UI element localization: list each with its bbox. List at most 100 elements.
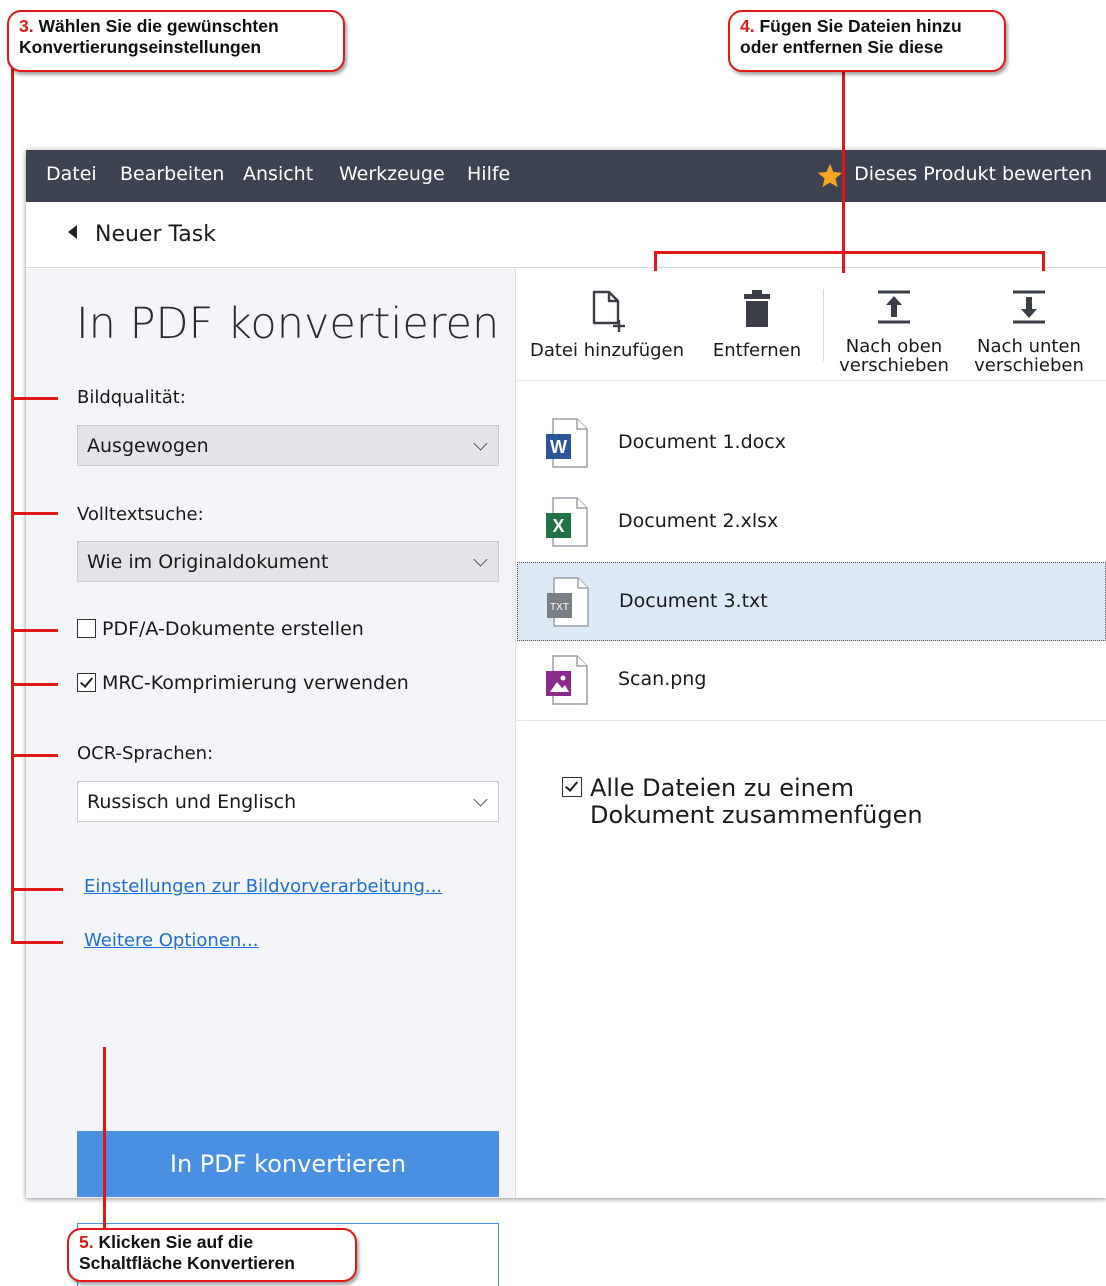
back-button[interactable]: Neuer Task <box>68 222 216 247</box>
callout-3-pointer <box>11 512 58 515</box>
callout-4-line1: Fügen Sie Dateien hinzu <box>759 16 962 36</box>
pdfa-checkbox[interactable] <box>77 619 96 638</box>
svg-text:TXT: TXT <box>550 602 569 613</box>
svg-text:W: W <box>550 437 567 457</box>
callout-4-bracket <box>654 251 1045 254</box>
pdfa-checkbox-row[interactable]: PDF/A-Dokumente erstellen <box>77 618 364 640</box>
callout-5-number: 5. <box>79 1232 94 1252</box>
callout-5-connector <box>103 1047 106 1232</box>
merge-files-checkbox-row[interactable]: Alle Dateien zu einem Dokument zusammenf… <box>562 775 923 829</box>
ocr-languages-value: Russisch und Englisch <box>87 791 297 813</box>
callout-3-pointer <box>11 941 63 944</box>
more-options-link[interactable]: Weitere Optionen... <box>84 930 258 951</box>
star-icon <box>817 163 843 188</box>
callout-3: 3. Wählen Sie die gewünschten Konvertier… <box>7 10 345 72</box>
move-down-label-line1: Nach unten <box>977 336 1081 357</box>
file-name: Document 1.docx <box>618 431 786 453</box>
callout-4-bracket-tick <box>654 251 657 271</box>
move-up-icon <box>878 290 910 324</box>
callout-4-connector <box>842 66 845 273</box>
menu-werkzeuge[interactable]: Werkzeuge <box>339 163 445 185</box>
callout-3-pointer <box>11 629 58 632</box>
move-up-label-line2: verschieben <box>839 355 949 376</box>
file-name: Document 3.txt <box>619 590 768 612</box>
chevron-down-icon <box>473 792 488 807</box>
merge-label-line1: Alle Dateien zu einem <box>590 774 855 802</box>
remove-label: Entfernen <box>712 340 802 361</box>
settings-panel: In PDF konvertieren Bildqualität: Ausgew… <box>26 269 516 1286</box>
callout-4-bracket-tick <box>1042 251 1045 271</box>
callout-3-pointer <box>11 754 58 757</box>
move-up-button[interactable]: Nach oben verschieben <box>839 269 949 381</box>
menu-bar: Datei Bearbeiten Ansicht Werkzeuge Hilfe… <box>26 150 1106 202</box>
toolbar-separator <box>823 289 824 361</box>
mrc-checkbox[interactable] <box>77 673 96 692</box>
svg-text:X: X <box>552 516 564 536</box>
callout-4-number: 4. <box>740 16 755 36</box>
callout-3-pointer <box>11 888 63 891</box>
file-name: Document 2.xlsx <box>618 510 779 532</box>
callout-5: 5. Klicken Sie auf die Schaltfläche Konv… <box>67 1228 357 1282</box>
ocr-label: OCR-Sprachen: <box>77 743 214 764</box>
fulltext-value: Wie im Originaldokument <box>87 551 329 573</box>
file-list-divider <box>517 720 1106 721</box>
rate-product-label: Dieses Produkt bewerten <box>854 163 1092 185</box>
image-preprocessing-link[interactable]: Einstellungen zur Bildvorverarbeitung... <box>84 876 442 897</box>
file-list-item[interactable]: W Document 1.docx <box>517 404 1106 483</box>
move-down-label: Nach unten verschieben <box>969 337 1089 375</box>
page-title: In PDF konvertieren <box>76 299 500 349</box>
task-header: Neuer Task <box>26 202 1106 268</box>
mrc-label: MRC-Komprimierung verwenden <box>102 672 409 694</box>
menu-bearbeiten[interactable]: Bearbeiten <box>120 163 224 185</box>
app-window: Datei Bearbeiten Ansicht Werkzeuge Hilfe… <box>26 150 1106 1286</box>
move-down-icon <box>1013 290 1045 324</box>
callout-3-line2: Konvertierungseinstellungen <box>19 37 262 57</box>
add-file-icon <box>592 290 625 332</box>
excel-icon: X <box>546 497 588 547</box>
mrc-checkbox-row[interactable]: MRC-Komprimierung verwenden <box>77 672 409 694</box>
move-up-label-line1: Nach oben <box>845 336 943 357</box>
callout-3-line1: Wählen Sie die gewünschten <box>38 16 279 36</box>
file-list-item[interactable]: Scan.png <box>517 641 1106 720</box>
menu-hilfe[interactable]: Hilfe <box>467 163 510 185</box>
callout-3-number: 3. <box>19 16 34 36</box>
menu-datei[interactable]: Datei <box>46 163 97 185</box>
files-panel: Datei hinzufügen Entfernen Nach oben ver… <box>517 269 1106 1198</box>
chevron-down-icon <box>473 436 488 451</box>
move-up-label: Nach oben verschieben <box>839 337 949 375</box>
callout-3-pointer <box>11 683 58 686</box>
callout-3-pointer <box>11 397 58 400</box>
back-arrow-icon <box>68 225 77 239</box>
image-icon <box>546 655 588 705</box>
chevron-down-icon <box>473 552 488 567</box>
ocr-languages-select[interactable]: Russisch und Englisch <box>77 781 499 822</box>
move-down-label-line2: verschieben <box>974 355 1084 376</box>
add-file-button[interactable]: Datei hinzufügen <box>529 269 685 381</box>
file-list-item-selected[interactable]: TXT Document 3.txt <box>517 562 1106 641</box>
add-file-label: Datei hinzufügen <box>529 340 685 361</box>
back-label: Neuer Task <box>95 222 216 247</box>
file-list-item[interactable]: X Document 2.xlsx <box>517 483 1106 562</box>
menu-ansicht[interactable]: Ansicht <box>243 163 313 185</box>
callout-4-line2: oder entfernen Sie diese <box>740 37 944 57</box>
image-quality-select[interactable]: Ausgewogen <box>77 425 499 466</box>
fulltext-label: Volltextsuche: <box>77 504 204 525</box>
callout-4: 4. Fügen Sie Dateien hinzu oder entferne… <box>728 10 1006 72</box>
txt-icon: TXT <box>547 577 589 627</box>
file-name: Scan.png <box>618 668 707 690</box>
callout-5-line1: Klicken Sie auf die <box>98 1232 254 1252</box>
merge-files-checkbox[interactable] <box>562 777 582 797</box>
move-down-button[interactable]: Nach unten verschieben <box>969 269 1089 381</box>
merge-label-line2: Dokument zusammenfügen <box>590 801 923 829</box>
callout-3-connector <box>11 64 14 944</box>
callout-5-line2: Schaltfläche Konvertieren <box>79 1253 295 1273</box>
image-quality-value: Ausgewogen <box>87 435 209 457</box>
rate-product-link[interactable]: Dieses Produkt bewerten <box>817 163 1092 188</box>
convert-button[interactable]: In PDF konvertieren <box>77 1131 499 1197</box>
file-toolbar: Datei hinzufügen Entfernen Nach oben ver… <box>517 269 1106 381</box>
fulltext-select[interactable]: Wie im Originaldokument <box>77 541 499 582</box>
remove-button[interactable]: Entfernen <box>707 269 807 381</box>
trash-icon <box>744 290 770 327</box>
pdfa-label: PDF/A-Dokumente erstellen <box>102 618 364 640</box>
word-icon: W <box>546 418 588 468</box>
